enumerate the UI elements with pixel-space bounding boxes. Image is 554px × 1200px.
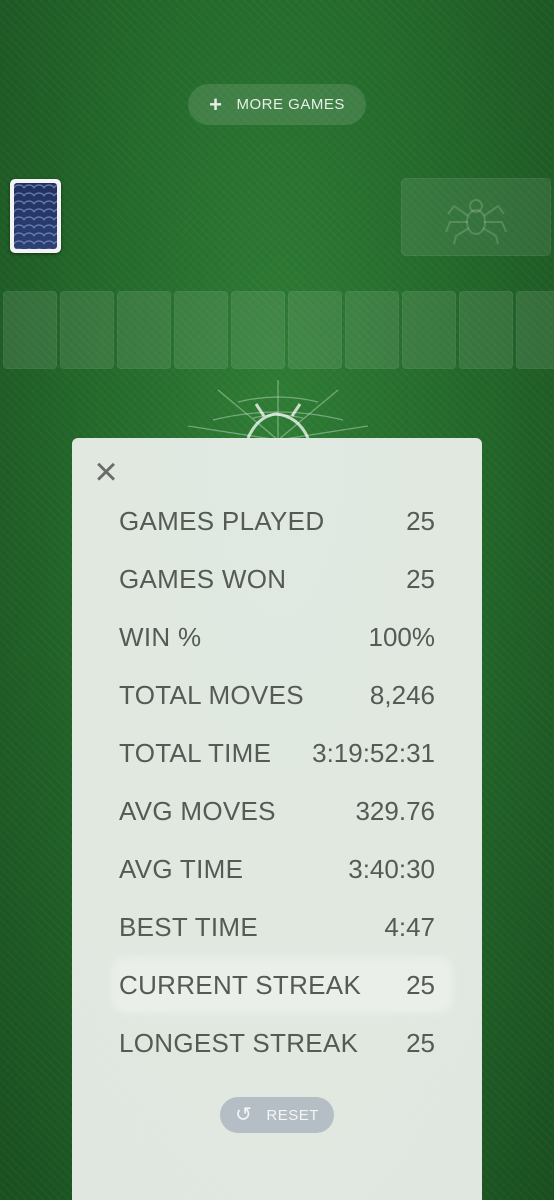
more-games-label: MORE GAMES	[236, 96, 345, 113]
tableau-pile[interactable]	[459, 291, 513, 369]
stat-label: WIN %	[119, 621, 202, 652]
card-back	[14, 183, 57, 249]
close-icon[interactable]: ×	[88, 452, 124, 492]
stat-row-current-streak: CURRENT STREAK 25	[119, 965, 435, 1005]
stat-value: 4:47	[384, 911, 435, 942]
tableau-pile[interactable]	[117, 291, 171, 369]
reset-label: RESET	[266, 1106, 319, 1124]
stat-row-avg-moves: AVG MOVES 329.76	[119, 791, 435, 831]
tableau-pile[interactable]	[174, 291, 228, 369]
spider-web-icon	[187, 380, 369, 440]
stat-label: CURRENT STREAK	[119, 969, 362, 1000]
stat-row-longest-streak: LONGEST STREAK 25	[119, 1023, 435, 1063]
tableau	[3, 291, 554, 369]
tableau-pile[interactable]	[60, 291, 114, 369]
stat-label: TOTAL TIME	[119, 737, 272, 768]
stat-row-games-won: GAMES WON 25	[119, 559, 435, 599]
stat-value: 3:40:30	[348, 853, 435, 884]
stat-label: TOTAL MOVES	[119, 679, 304, 710]
stat-label: BEST TIME	[119, 911, 258, 942]
more-games-button[interactable]: + MORE GAMES	[188, 84, 366, 125]
stat-value: 25	[406, 969, 435, 1000]
tableau-pile[interactable]	[3, 291, 57, 369]
stat-row-total-moves: TOTAL MOVES 8,246	[119, 675, 435, 715]
stat-label: AVG TIME	[119, 853, 244, 884]
spider-icon	[445, 199, 507, 245]
stock-pile[interactable]	[10, 179, 61, 253]
stat-label: AVG MOVES	[119, 795, 276, 826]
stat-label: GAMES WON	[119, 563, 287, 594]
tableau-pile[interactable]	[345, 291, 399, 369]
stat-row-games-played: GAMES PLAYED 25	[119, 501, 435, 541]
tableau-pile[interactable]	[516, 291, 554, 369]
stat-value: 25	[406, 563, 435, 594]
stat-row-avg-time: AVG TIME 3:40:30	[119, 849, 435, 889]
reset-button[interactable]: ↺ RESET	[220, 1097, 334, 1133]
plus-icon: +	[209, 91, 223, 117]
tableau-pile[interactable]	[231, 291, 285, 369]
stat-value: 25	[406, 505, 435, 536]
statistics-panel: × GAMES PLAYED 25 GAMES WON 25 WIN % 100…	[72, 438, 482, 1200]
stat-value: 100%	[368, 621, 436, 652]
stat-value: 329.76	[355, 795, 435, 826]
stat-row-best-time: BEST TIME 4:47	[119, 907, 435, 947]
foundation-slot	[401, 178, 551, 256]
stat-value: 25	[406, 1027, 435, 1058]
tableau-pile[interactable]	[402, 291, 456, 369]
stat-row-total-time: TOTAL TIME 3:19:52:31	[119, 733, 435, 773]
stat-row-win-percent: WIN % 100%	[119, 617, 435, 657]
stat-value: 3:19:52:31	[312, 737, 435, 768]
reset-icon: ↺	[235, 1104, 253, 1126]
stat-value: 8,246	[369, 679, 435, 710]
stat-label: GAMES PLAYED	[119, 505, 325, 536]
stat-label: LONGEST STREAK	[119, 1027, 359, 1058]
tableau-pile[interactable]	[288, 291, 342, 369]
